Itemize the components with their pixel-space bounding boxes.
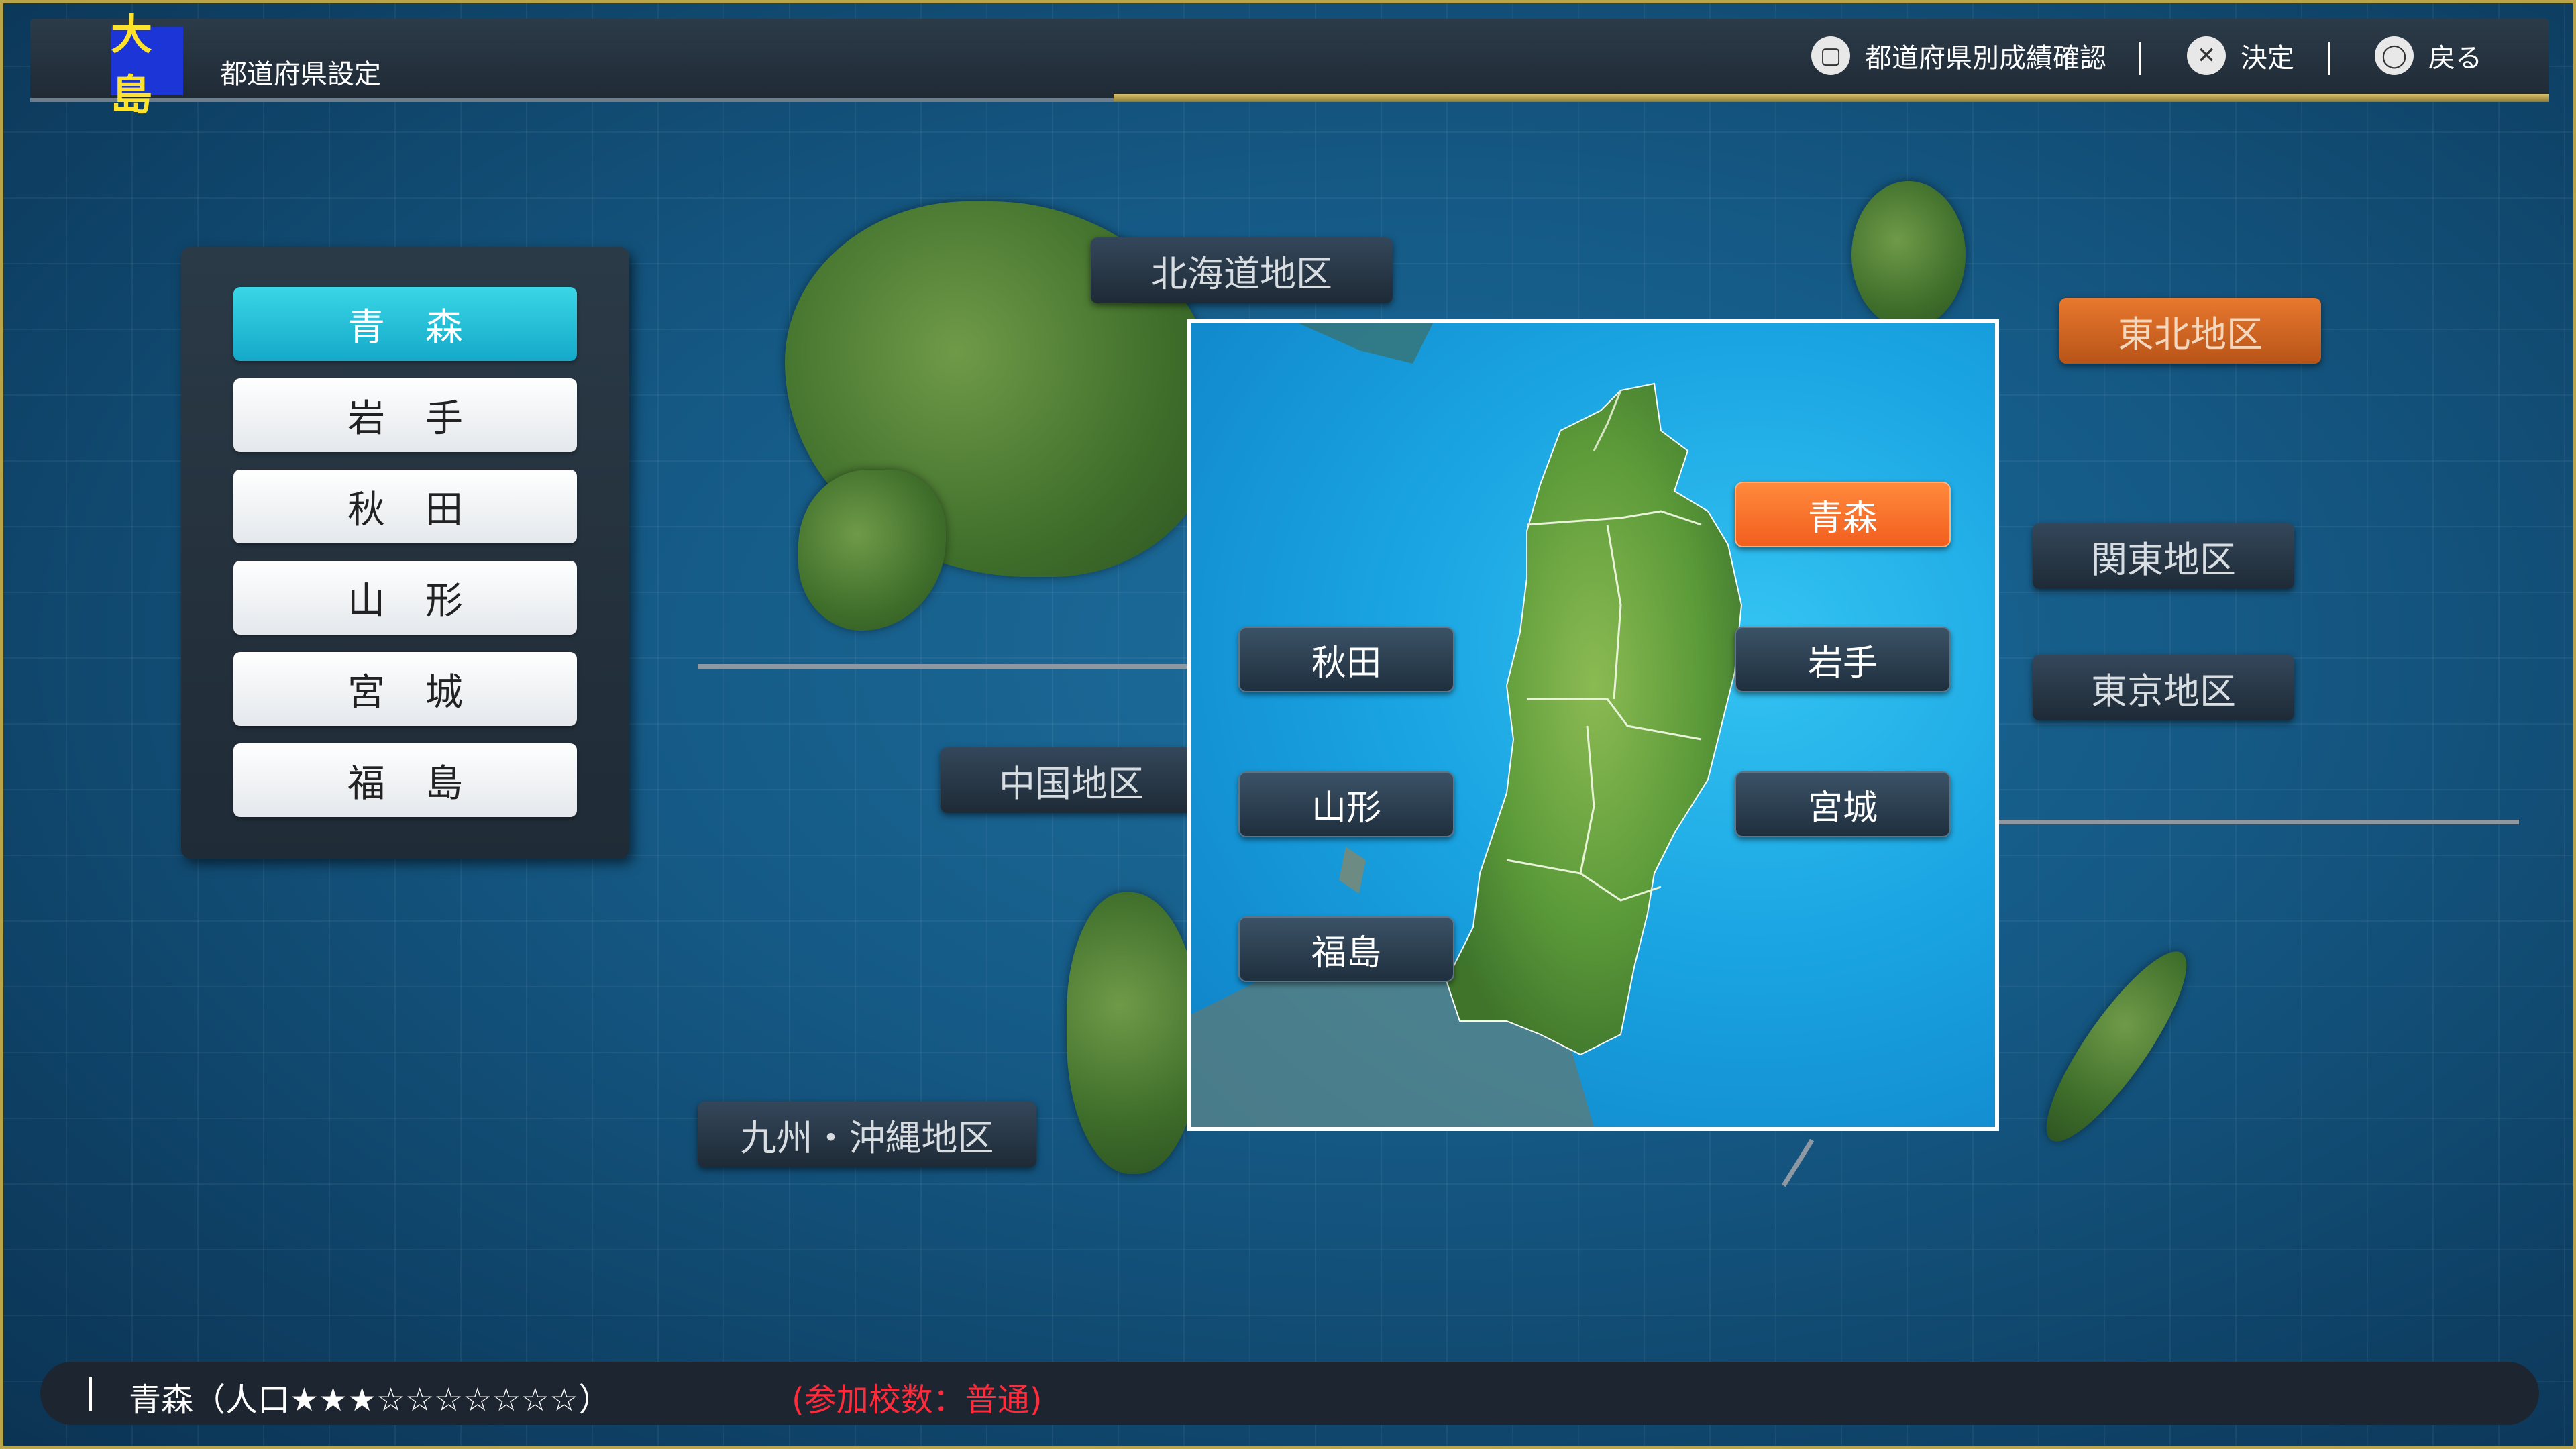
map-pref-iwate[interactable]: 岩手 (1735, 627, 1951, 692)
tohoku-zoom-map: 青森 秋田 岩手 山形 宮城 福島 (1187, 319, 1999, 1131)
region-connector-line (698, 664, 1194, 669)
control-separator (2139, 42, 2141, 75)
back-label: 戻る (2428, 43, 2482, 74)
map-pref-akita[interactable]: 秋田 (1238, 627, 1454, 692)
confirm-control[interactable]: ✕ 決定 (2187, 36, 2294, 75)
footer-marker (89, 1377, 92, 1411)
tohoku-island-top (1851, 181, 1966, 329)
map-pref-miyagi[interactable]: 宮城 (1735, 771, 1951, 837)
map-pref-fukushima[interactable]: 福島 (1238, 916, 1454, 982)
prefecture-item-aomori[interactable]: 青森 (233, 287, 577, 361)
header-accent-line (1114, 94, 2549, 102)
population-info: 青森（人口★★★☆☆☆☆☆☆☆） (129, 1381, 611, 1419)
header-divider (30, 98, 1114, 102)
school-logo: 大島 (111, 10, 183, 119)
circle-button-icon: ◯ (2375, 36, 2414, 75)
map-pref-yamagata[interactable]: 山形 (1238, 771, 1454, 837)
tohoku-landmass (1191, 323, 1743, 1127)
region-kyushu-okinawa[interactable]: 九州・沖縄地区 (698, 1102, 1036, 1167)
results-by-prefecture-label: 都道府県別成績確認 (1865, 43, 2106, 74)
region-connector-line (1992, 820, 2519, 824)
cross-button-icon: ✕ (2187, 36, 2226, 75)
region-kanto[interactable]: 関東地区 (2033, 523, 2294, 589)
square-button-icon: ▢ (1811, 36, 1850, 75)
region-chugoku[interactable]: 中国地区 (941, 747, 1202, 813)
region-tohoku[interactable]: 東北地区 (2059, 298, 2321, 364)
prefecture-item-yamagata[interactable]: 山形 (233, 561, 577, 635)
prefecture-item-fukushima[interactable]: 福島 (233, 743, 577, 817)
confirm-label: 決定 (2241, 43, 2294, 74)
page-title: 都道府県設定 (220, 59, 381, 90)
prefecture-item-miyagi[interactable]: 宮城 (233, 652, 577, 726)
results-by-prefecture-control[interactable]: ▢ 都道府県別成績確認 (1811, 36, 2106, 75)
control-separator (2328, 42, 2330, 75)
back-control[interactable]: ◯ 戻る (2375, 36, 2482, 75)
region-hokkaido[interactable]: 北海道地区 (1091, 237, 1393, 303)
region-tokyo[interactable]: 東京地区 (2033, 655, 2294, 720)
header-bar (30, 19, 2549, 99)
participating-schools-note: (参加校数：普通) (792, 1381, 1042, 1419)
prefecture-item-akita[interactable]: 秋田 (233, 470, 577, 543)
prefecture-item-iwate[interactable]: 岩手 (233, 378, 577, 452)
map-pref-aomori[interactable]: 青森 (1735, 482, 1951, 547)
